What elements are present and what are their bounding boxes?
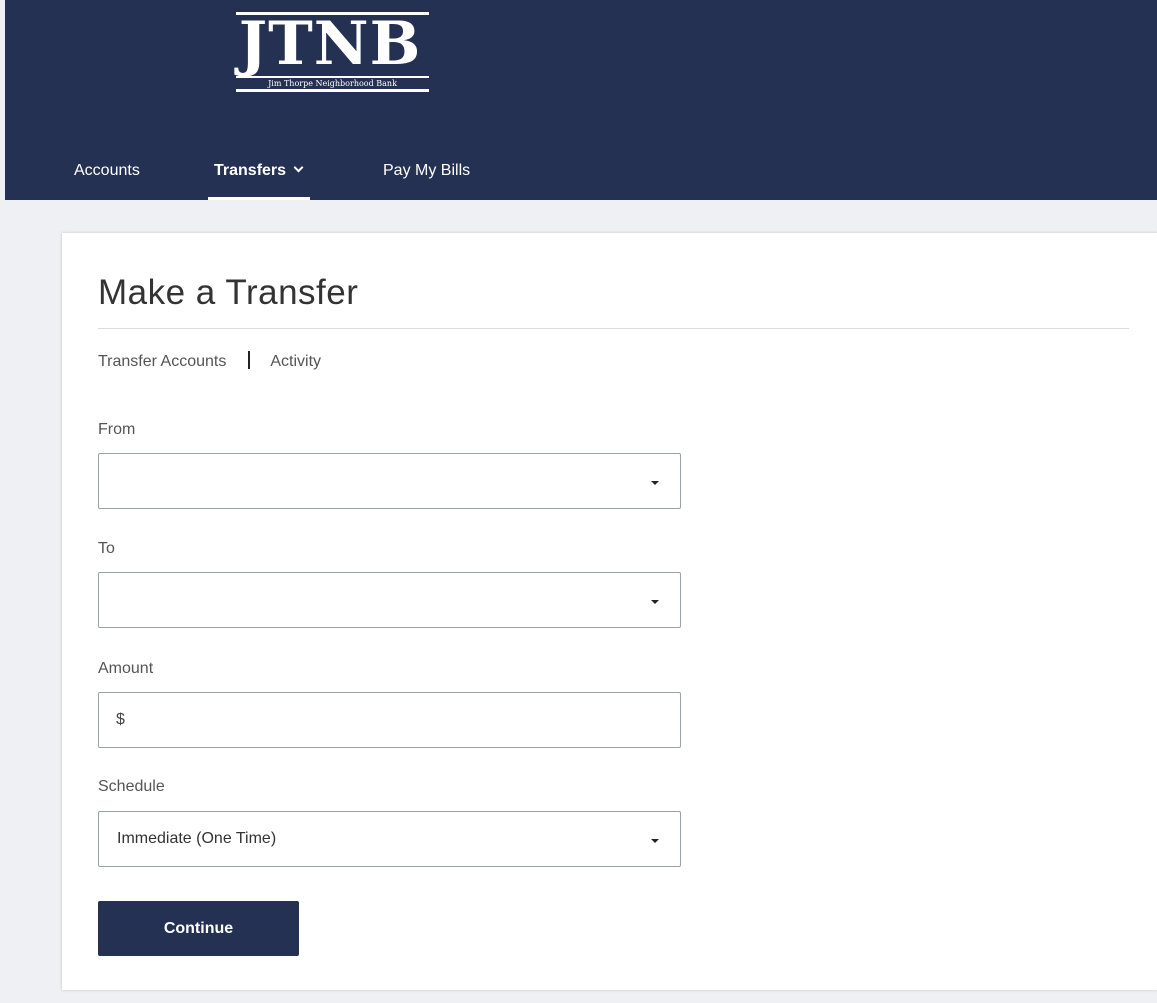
from-label: From bbox=[98, 421, 136, 438]
continue-button[interactable]: Continue bbox=[98, 901, 299, 956]
main-nav: Accounts Transfers Pay My Bills bbox=[10, 150, 610, 200]
nav-item-label: Pay My Bills bbox=[383, 162, 471, 179]
nav-item-pay-my-bills[interactable]: Pay My Bills bbox=[383, 150, 470, 200]
logo-letters: JTNB bbox=[238, 9, 422, 79]
amount-field[interactable]: $ bbox=[98, 692, 681, 748]
nav-item-label: Accounts bbox=[74, 162, 140, 179]
to-label: To bbox=[98, 540, 115, 557]
nav-item-label: Transfers bbox=[214, 162, 287, 179]
activity-link[interactable]: Activity bbox=[270, 353, 321, 370]
transfer-subnav: Transfer Accounts Activity bbox=[98, 351, 321, 371]
logo-tagline: Jim Thorpe Neighborhood Bank bbox=[268, 79, 397, 88]
amount-input[interactable] bbox=[131, 701, 671, 739]
amount-label: Amount bbox=[98, 660, 154, 677]
top-header: JTNB Jim Thorpe Neighborhood Bank Accoun… bbox=[5, 0, 1157, 200]
schedule-value: Immediate (One Time) bbox=[117, 830, 277, 847]
jtnb-logo[interactable]: JTNB Jim Thorpe Neighborhood Bank bbox=[231, 12, 429, 100]
transfer-accounts-link[interactable]: Transfer Accounts bbox=[98, 353, 226, 370]
schedule-label: Schedule bbox=[98, 778, 165, 795]
nav-item-transfers[interactable]: Transfers bbox=[208, 150, 311, 200]
from-account-select[interactable] bbox=[98, 453, 681, 509]
caret-down-icon bbox=[651, 839, 659, 843]
active-nav-indicator bbox=[208, 197, 311, 200]
subnav-separator bbox=[248, 351, 251, 369]
to-account-select[interactable] bbox=[98, 572, 681, 628]
page-title: Make a Transfer bbox=[98, 273, 359, 312]
nav-item-accounts[interactable]: Accounts bbox=[74, 150, 140, 200]
title-divider bbox=[98, 328, 1129, 329]
caret-down-icon bbox=[651, 481, 659, 485]
logo-tagline-box: Jim Thorpe Neighborhood Bank bbox=[236, 76, 429, 92]
schedule-select[interactable]: Immediate (One Time) bbox=[98, 811, 681, 867]
transfer-card: Make a Transfer Transfer Accounts Activit… bbox=[62, 233, 1157, 990]
caret-down-icon bbox=[651, 600, 659, 604]
dollar-prefix: $ bbox=[116, 711, 125, 728]
chevron-down-icon bbox=[293, 162, 304, 173]
